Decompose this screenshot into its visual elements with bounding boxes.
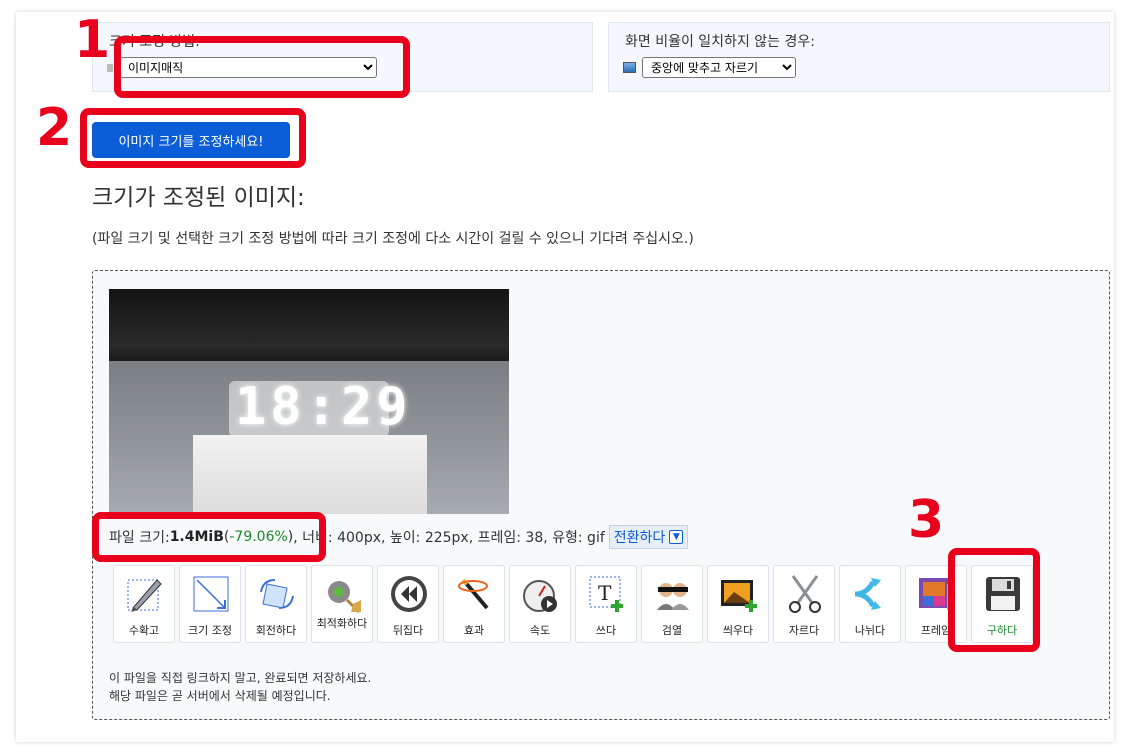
tool-cut[interactable]: 자르다 [773, 565, 835, 643]
svg-text:T: T [598, 581, 612, 605]
optimize-icon [328, 581, 361, 614]
annotation-box-1 [114, 36, 410, 98]
result-box: 18:29 파일 크기: 1.4MiB ( -79.06% ) , 너비: 40… [92, 270, 1110, 720]
tool-overlay[interactable]: 씌우다 [707, 565, 769, 643]
tool-crop[interactable]: 수확고 [113, 565, 175, 643]
tool-speed[interactable]: 속도 [509, 565, 571, 643]
aspect-image-icon [623, 62, 636, 73]
crop-icon [127, 579, 162, 612]
wait-note: (파일 크기 및 선택한 크기 조정 방법에 따라 크기 조정에 다소 시간이 … [92, 231, 694, 247]
split-icon [854, 578, 881, 610]
aspect-ratio-panel: 화면 비율이 일치하지 않는 경우: 중앙에 맞추고 자르기 [608, 22, 1110, 92]
image-dimensions: , 너비: 400px, 높이: 225px, 프레임: 38, 유형: gif [293, 530, 605, 546]
convert-button[interactable]: 전환하다 ▼ [608, 525, 689, 549]
censor-icon [657, 583, 689, 610]
annotation-number-3: 3 [908, 490, 945, 550]
annotation-number-2: 2 [36, 98, 73, 158]
tool-censor[interactable]: 검열 [641, 565, 703, 643]
chevron-down-icon: ▼ [669, 530, 684, 544]
resize-icon [193, 576, 229, 612]
annotation-number-1: 1 [74, 10, 111, 70]
white-shelf [193, 435, 427, 514]
rotate-icon [260, 579, 294, 609]
annotation-box-3a [92, 512, 326, 562]
tool-rotate[interactable]: 회전하다 [245, 565, 307, 643]
tool-optimize[interactable]: 최적화하다 [311, 565, 373, 643]
edit-toolbar: 수확고 크기 조정 회전하다 최적화하다 뒤집다 효과 속도 T 쓰다 검열 씌… [113, 565, 1033, 647]
cut-icon [789, 575, 821, 613]
resized-image-title: 크기가 조정된 이미지: [92, 185, 305, 211]
speed-icon [523, 580, 557, 612]
clock-digits: 18:29 [235, 377, 412, 437]
footer-note: 이 파일을 직접 링크하지 말고, 완료되면 저장하세요. 해당 파일은 곧 서… [109, 671, 372, 703]
aspect-ratio-label: 화면 비율이 일치하지 않는 경우: [625, 34, 815, 50]
aspect-ratio-select[interactable]: 중앙에 맞추고 자르기 [642, 57, 796, 78]
tool-reverse[interactable]: 뒤집다 [377, 565, 439, 643]
annotation-box-2 [80, 108, 306, 168]
annotation-box-3b [948, 548, 1040, 652]
tool-split[interactable]: 나뉘다 [839, 565, 901, 643]
write-text-icon: T [589, 576, 623, 612]
overlay-icon [721, 580, 757, 612]
effects-icon [458, 578, 489, 610]
tool-write[interactable]: T 쓰다 [575, 565, 637, 643]
resized-gif-preview: 18:29 [109, 289, 509, 514]
page: 크기 조정 방법: 이미지매직 화면 비율이 일치하지 않는 경우: 중앙에 맞… [16, 12, 1114, 742]
tool-effects[interactable]: 효과 [443, 565, 505, 643]
reverse-icon [391, 576, 427, 612]
tool-resize[interactable]: 크기 조정 [179, 565, 241, 643]
